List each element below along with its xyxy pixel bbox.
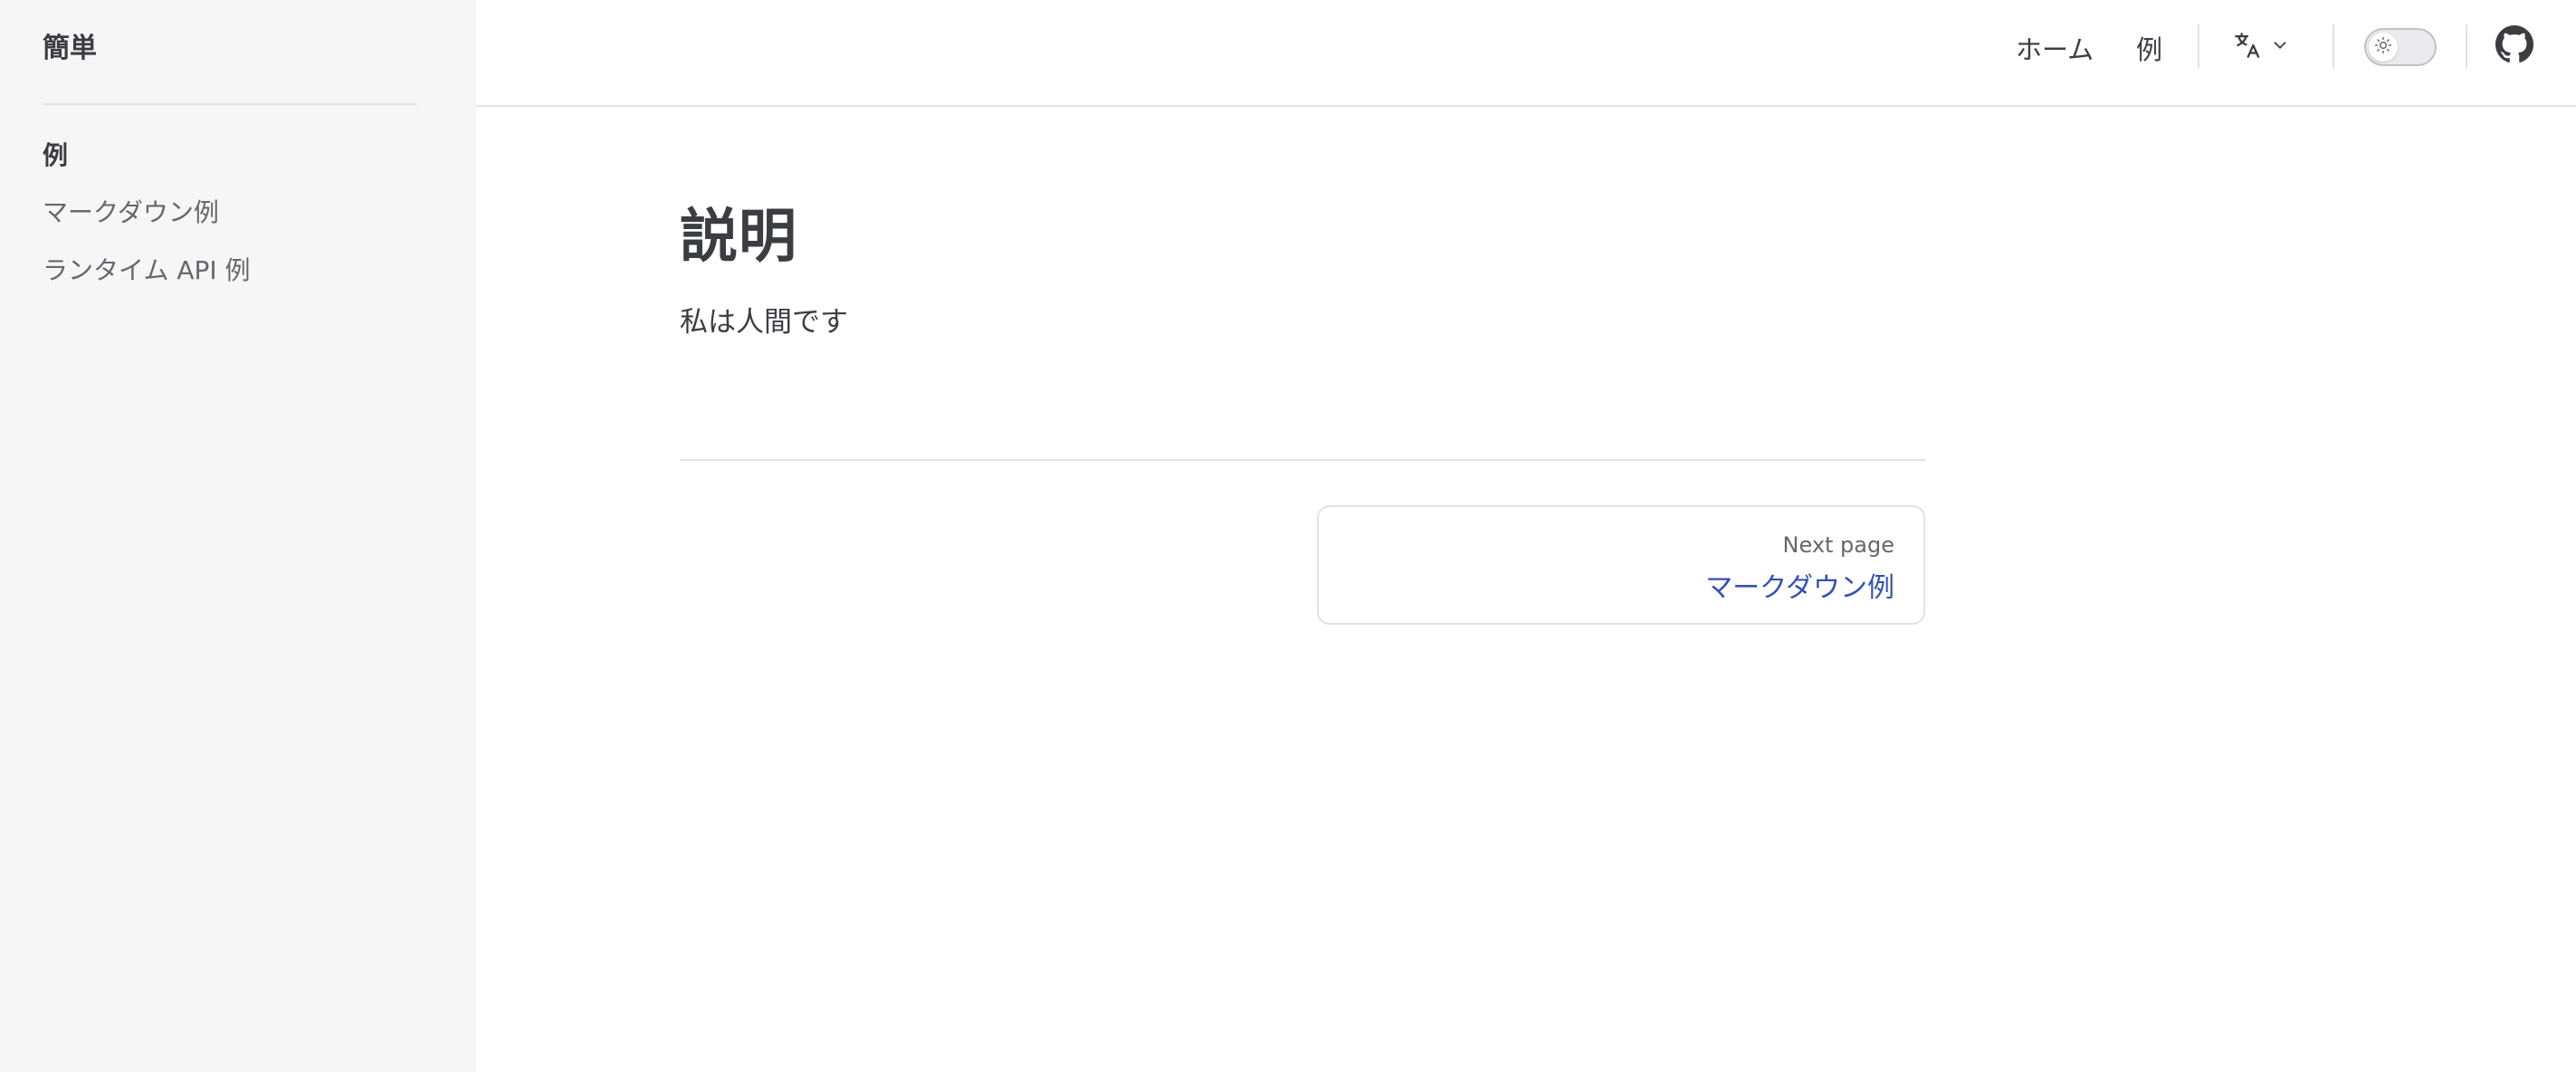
theme-toggle[interactable] — [2364, 28, 2437, 66]
site-title[interactable]: 簡単 — [43, 25, 97, 65]
nav-divider — [2198, 24, 2199, 68]
sidebar-item-markdown-example[interactable]: マークダウン例 — [43, 193, 219, 229]
next-page-title: マークダウン例 — [1705, 572, 1894, 604]
nav-link-home[interactable]: ホーム — [2016, 29, 2094, 67]
sidebar: 簡単 例 マークダウン例 ランタイム API 例 — [0, 0, 476, 1072]
nav-link-examples[interactable]: 例 — [2136, 29, 2162, 67]
sun-icon — [2374, 36, 2392, 58]
next-page-label: Next page — [1782, 532, 1894, 558]
sidebar-group-title: 例 — [43, 140, 69, 170]
nav-divider — [2333, 24, 2334, 68]
translate-icon — [2232, 30, 2263, 64]
page-body-text: 私は人間です — [680, 306, 848, 339]
toggle-knob — [2369, 33, 2398, 62]
page-title: 説明 — [680, 204, 797, 271]
sidebar-item-runtime-api-example[interactable]: ランタイム API 例 — [43, 251, 251, 287]
language-menu-button[interactable] — [2232, 27, 2297, 67]
github-icon — [2495, 25, 2533, 67]
content-divider — [680, 459, 1925, 461]
nav-divider — [2466, 24, 2467, 68]
next-page-link[interactable]: Next page マークダウン例 — [1317, 505, 1925, 625]
sidebar-divider — [43, 103, 417, 105]
chevron-down-icon — [2270, 35, 2290, 59]
github-link[interactable] — [2495, 25, 2534, 67]
